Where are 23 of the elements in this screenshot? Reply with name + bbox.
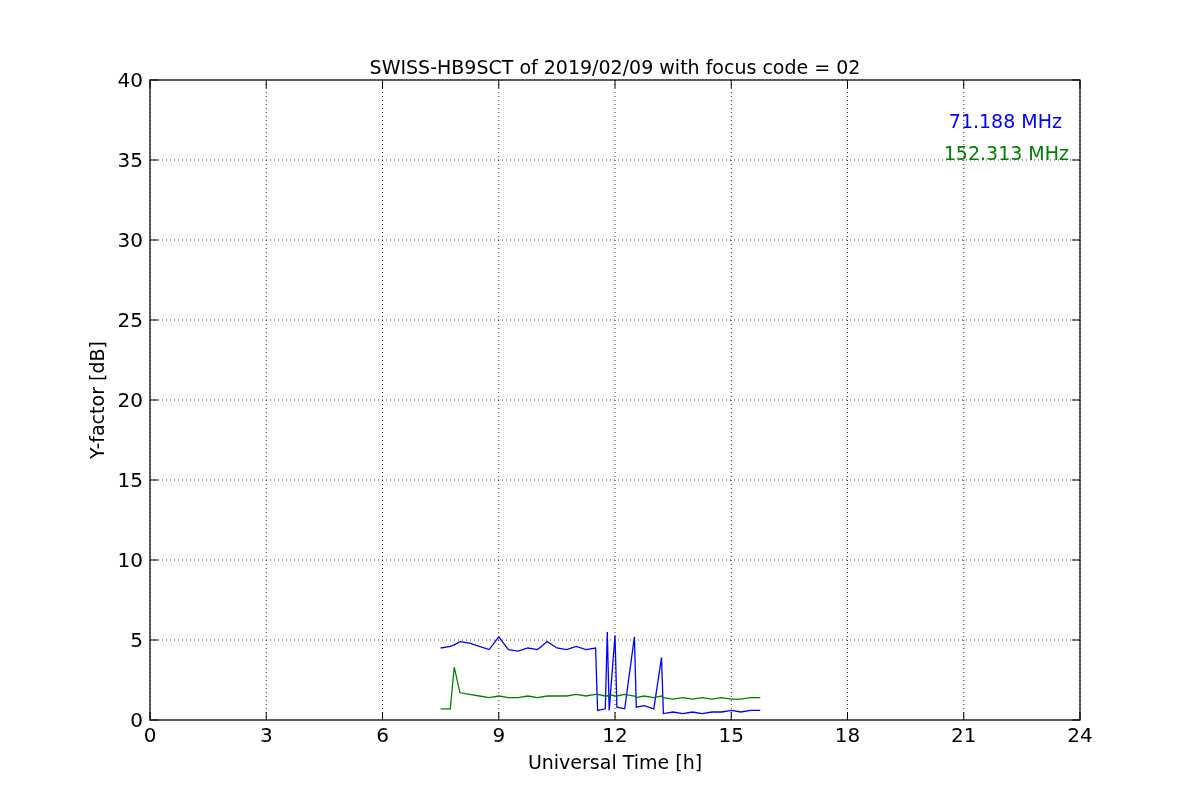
y-tick-label: 0 bbox=[130, 708, 143, 732]
legend-label: 71.188 MHz bbox=[948, 110, 1062, 132]
y-tick-label: 20 bbox=[117, 388, 143, 412]
y-tick-label: 40 bbox=[117, 68, 143, 92]
y-tick-label: 30 bbox=[117, 228, 143, 252]
y-tick-label: 15 bbox=[117, 468, 143, 492]
y-tick-label: 25 bbox=[117, 308, 143, 332]
x-tick-label: 12 bbox=[602, 723, 628, 747]
x-tick-label: 15 bbox=[718, 723, 744, 747]
x-tick-label: 0 bbox=[143, 723, 157, 747]
legend-label: 152.313 MHz bbox=[943, 142, 1069, 164]
y-tick-label: 5 bbox=[130, 628, 143, 652]
x-axis-label: Universal Time [h] bbox=[527, 751, 703, 773]
y-axis-label: Y-factor [dB] bbox=[86, 341, 108, 459]
chart-title: SWISS-HB9SCT of 2019/02/09 with focus code = 02 bbox=[369, 56, 861, 78]
x-tick-label: 6 bbox=[376, 723, 389, 747]
y-tick-label: 35 bbox=[117, 148, 143, 172]
x-tick-label: 21 bbox=[951, 723, 977, 747]
x-tick-label: 3 bbox=[259, 723, 273, 747]
x-tick-label: 18 bbox=[834, 723, 861, 747]
x-tick-label: 24 bbox=[1067, 723, 1093, 747]
y-tick-label: 10 bbox=[117, 548, 143, 572]
x-tick-label: 9 bbox=[492, 723, 506, 747]
